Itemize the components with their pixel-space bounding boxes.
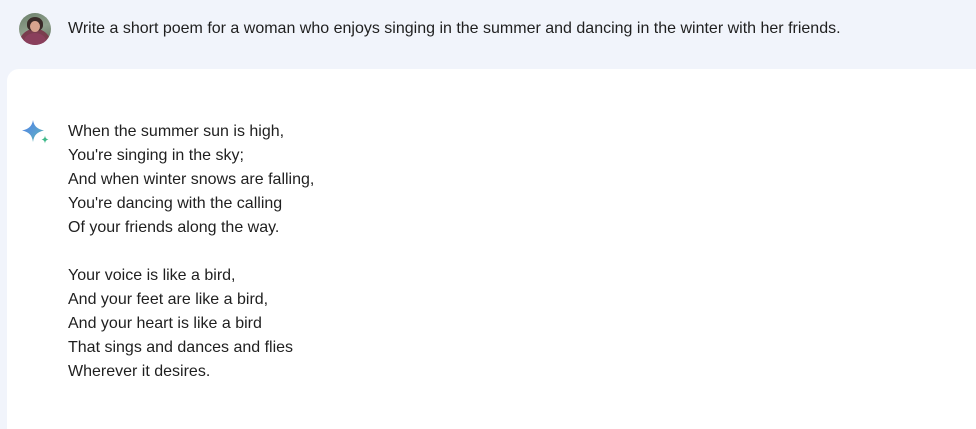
poem-line: You're singing in the sky; bbox=[68, 147, 244, 164]
user-prompt-row: Write a short poem for a woman who enjoy… bbox=[0, 0, 976, 68]
gemini-sparkle-icon bbox=[22, 120, 49, 144]
poem-line: And your heart is like a bird bbox=[68, 315, 262, 332]
poem-line: Wherever it desires. bbox=[68, 363, 211, 380]
avatar-face bbox=[30, 21, 40, 32]
poem-line: Your voice is like a bird, bbox=[68, 267, 236, 284]
poem-line: That sings and dances and flies bbox=[68, 339, 294, 356]
avatar-shirt bbox=[24, 33, 46, 45]
user-avatar[interactable] bbox=[19, 13, 51, 45]
poem-line: And when winter snows are falling, bbox=[68, 171, 315, 188]
response-poem: When the summer sun is high, You're sing… bbox=[68, 120, 314, 408]
user-prompt-text: Write a short poem for a woman who enjoy… bbox=[68, 20, 841, 37]
poem-stanza-1: When the summer sun is high, You're sing… bbox=[68, 120, 314, 240]
poem-line: When the summer sun is high, bbox=[68, 123, 285, 140]
poem-line: You're dancing with the calling bbox=[68, 195, 283, 212]
poem-stanza-2: Your voice is like a bird, And your feet… bbox=[68, 264, 314, 384]
poem-line: And your feet are like a bird, bbox=[68, 291, 269, 308]
poem-line: Of your friends along the way. bbox=[68, 219, 280, 236]
